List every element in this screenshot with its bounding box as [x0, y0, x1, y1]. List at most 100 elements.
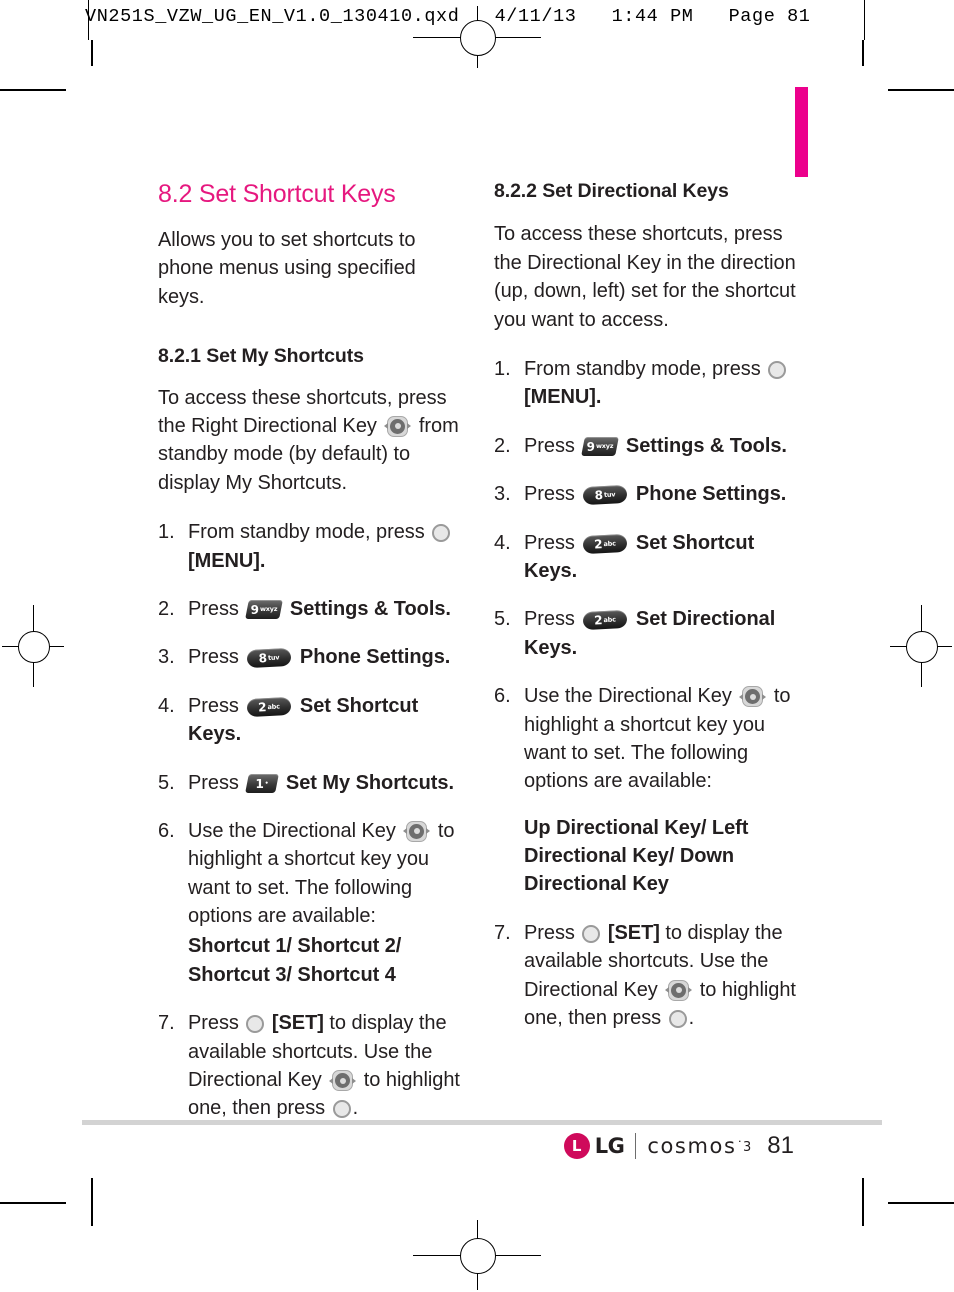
step-item: 7. Press [SET] to display the available …: [158, 1009, 463, 1123]
header-rule-right: [864, 0, 865, 40]
steps-list-right: 1. From standby mode, press [MENU]. 2. P…: [494, 355, 804, 1032]
registration-mark-bottom: [413, 1220, 541, 1290]
ok-key-icon: [668, 1010, 687, 1029]
step-text-a: Press: [524, 921, 575, 944]
step-number: 2.: [494, 434, 511, 457]
keypad-letters: abc: [267, 701, 281, 711]
step-text-b: Settings & Tools.: [625, 434, 787, 457]
step-item: 2. Press 9 wxyz Settings & Tools.: [494, 432, 804, 460]
keypad-2-abc-icon: 2 abc: [582, 533, 628, 554]
step-item: 2. Press 9 wxyz Settings & Tools.: [158, 595, 463, 623]
right-column: 8.2.2 Set Directional Keys To access the…: [494, 180, 804, 1052]
crop-mark-top-left: [0, 89, 66, 91]
step-text-a: Press: [188, 1012, 239, 1035]
page-number: 81: [767, 1132, 794, 1159]
step-text-a: Use the Directional Key: [188, 819, 396, 842]
step-item: 6. Use the Directional Key to highlight …: [158, 817, 463, 989]
crop-mark-bottom-tick-right: [862, 1178, 864, 1226]
step-text-b: [MENU].: [188, 549, 266, 572]
directional-key-icon: [384, 415, 412, 438]
intro-paragraph-right: To access these shortcuts, press the Dir…: [494, 223, 796, 331]
step-item: 5. Press 1 • Set My Shortcuts.: [158, 769, 463, 797]
step-text-b: [SET]: [271, 1012, 324, 1035]
step-text-b: [SET]: [607, 921, 660, 944]
step-text-b: Phone Settings.: [635, 483, 787, 506]
product-name-text: cosmos˙3: [647, 1134, 751, 1158]
step-number: 2.: [158, 597, 175, 620]
keypad-1-icon: 1 •: [245, 773, 280, 793]
registration-mark-left: [2, 605, 64, 687]
ok-key-icon: [432, 524, 451, 543]
step-item: 7. Press [SET] to display the available …: [494, 919, 804, 1033]
step-text-b: [MENU].: [524, 386, 602, 409]
step-text-a: Use the Directional Key: [524, 685, 732, 708]
step-number: 4.: [158, 694, 175, 717]
keypad-2-abc-icon: 2 abc: [246, 696, 292, 717]
step-number: 5.: [158, 771, 175, 794]
ok-key-icon: [246, 1015, 265, 1034]
step-item: 1. From standby mode, press [MENU].: [158, 518, 463, 575]
ok-key-icon: [768, 360, 787, 379]
page-footer: L LG cosmos˙3 81: [0, 1132, 954, 1160]
keypad-letters: tuv: [604, 490, 616, 499]
keypad-digit: 2: [594, 536, 604, 552]
step-text-a: Press: [524, 608, 575, 631]
step-text-a: Press: [188, 694, 239, 717]
ok-key-icon: [582, 924, 601, 943]
crop-mark-top-right: [888, 89, 954, 91]
subsection-title-821: 8.2.1 Set My Shortcuts: [158, 345, 364, 368]
step-number: 7.: [158, 1012, 175, 1035]
step-number: 1.: [494, 357, 511, 380]
step-text-a: Press: [524, 434, 575, 457]
step-text-e: .: [352, 1097, 359, 1120]
lead-paragraph: Allows you to set shortcuts to phone men…: [158, 229, 416, 308]
crop-mark-bottom-right: [888, 1202, 954, 1204]
step-item: 6. Use the Directional Key to highlight …: [494, 682, 804, 899]
keypad-digit: 9: [251, 602, 260, 617]
step-item: 3. Press 8 tuv Phone Settings.: [494, 480, 804, 508]
registration-mark-right: [890, 605, 952, 687]
step-text-a: From standby mode, press: [188, 521, 425, 544]
chapter-side-tab: [795, 87, 808, 177]
step-number: 3.: [158, 646, 175, 669]
crop-mark-bottom-tick-left: [91, 1178, 93, 1226]
step-text-b: Settings & Tools.: [289, 597, 451, 620]
step-text-e: .: [688, 1007, 695, 1030]
step-text-b: Set My Shortcuts.: [285, 771, 454, 794]
page-title: 8.2 Set Shortcut Keys: [158, 180, 396, 208]
step-number: 3.: [494, 483, 511, 506]
directional-key-icon: [329, 1070, 357, 1092]
file-info-header: VN251S_VZW_UG_EN_V1.0_130410.qxd 4/11/13…: [0, 0, 954, 40]
step-number: 6.: [494, 685, 511, 708]
keypad-digit: 8: [258, 651, 268, 666]
keypad-2-abc-icon: 2 abc: [582, 610, 628, 631]
intro-paragraph-left: To access these shortcuts, press the Rig…: [158, 384, 463, 498]
keypad-letters: •: [265, 779, 269, 787]
step-item: 1. From standby mode, press [MENU].: [494, 355, 804, 412]
step-text-a: From standby mode, press: [524, 357, 761, 380]
directional-key-icon: [403, 820, 431, 843]
lg-brand-text: LG: [594, 1134, 625, 1158]
keypad-8-tuv-icon: 8 tuv: [582, 485, 628, 506]
step-text-a: Press: [188, 646, 239, 669]
directional-key-icon: [739, 686, 767, 708]
keypad-digit: 9: [587, 439, 596, 454]
step-number: 6.: [158, 819, 175, 842]
keypad-digit: 8: [594, 488, 604, 503]
keypad-8-tuv-icon: 8 tuv: [246, 648, 292, 669]
step-item: 5. Press 2 abc Set Directional Keys.: [494, 605, 804, 662]
step-number: 5.: [494, 608, 511, 631]
manual-page: VN251S_VZW_UG_EN_V1.0_130410.qxd 4/11/13…: [0, 0, 954, 1292]
step-text-a: Press: [524, 483, 575, 506]
step-number: 1.: [158, 521, 175, 544]
keypad-letters: wxyz: [260, 605, 278, 614]
footer-pipe-divider: [635, 1133, 637, 1159]
keypad-digit: 2: [258, 699, 268, 715]
step-item: 4. Press 2 abc Set Shortcut Keys.: [494, 529, 804, 586]
file-info-text: VN251S_VZW_UG_EN_V1.0_130410.qxd 4/11/13…: [85, 6, 811, 27]
step-number: 4.: [494, 531, 511, 554]
step-options-list: Shortcut 1/ Shortcut 2/ Shortcut 3/ Shor…: [188, 935, 402, 986]
crop-mark-top-tick-left: [91, 40, 93, 66]
keypad-digit: 1: [255, 776, 265, 790]
keypad-letters: wxyz: [596, 442, 614, 451]
